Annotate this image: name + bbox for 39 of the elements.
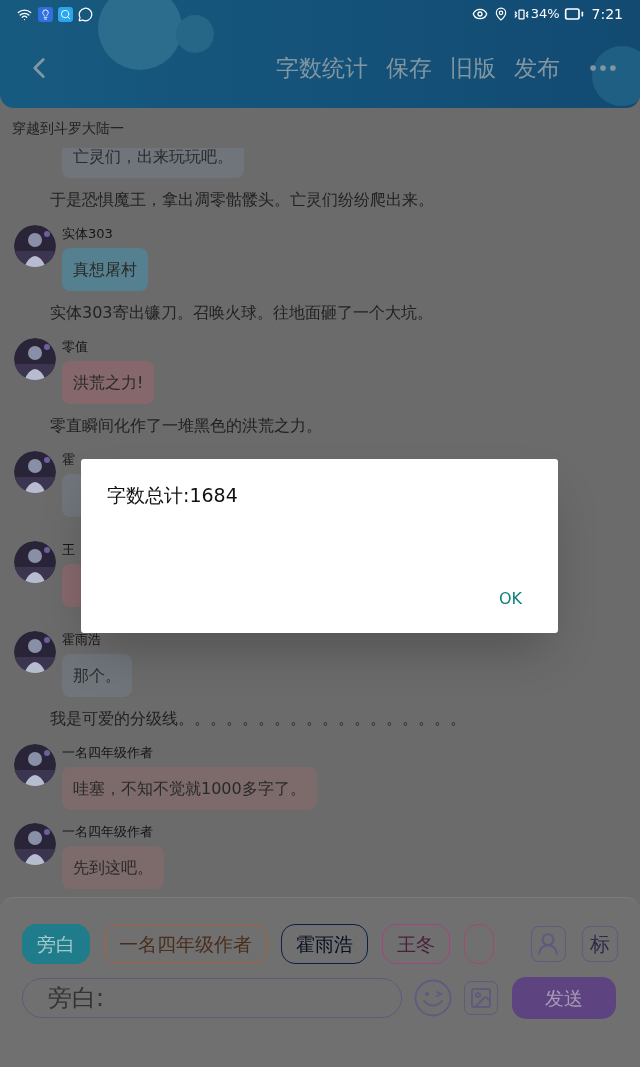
- character-chip[interactable]: 旁白: [22, 924, 90, 964]
- character-chip[interactable]: 王冬: [382, 924, 450, 964]
- speaker-name: 霍: [62, 451, 75, 469]
- character-chip[interactable]: 霍雨浩: [281, 924, 368, 964]
- message-input[interactable]: 旁白:: [22, 978, 402, 1018]
- speaker-name: 实体303: [62, 225, 113, 243]
- message-bubble: 真想屠村: [62, 248, 148, 291]
- narration-text: 实体303寄出镰刀。召唤火球。往地面砸了一个大坑。: [50, 302, 433, 324]
- send-button[interactable]: 发送: [512, 977, 616, 1019]
- speaker-name: 王: [62, 541, 75, 559]
- character-chip[interactable]: [464, 924, 494, 964]
- character-chip[interactable]: 一名四年级作者: [104, 924, 267, 964]
- lightbulb-icon: [38, 6, 53, 22]
- narration-text: 于是恐惧魔王，拿出凋零骷髅头。亡灵们纷纷爬出来。: [50, 189, 434, 211]
- toolbar-action[interactable]: 发布: [514, 56, 560, 80]
- wifi-icon: [17, 6, 32, 22]
- speaker-name: 零值: [62, 338, 88, 356]
- toolbar-action[interactable]: 字数统计: [276, 56, 368, 80]
- vibrate-icon: [513, 6, 529, 22]
- message-bubble: 哇塞，不知不觉就1000多字了。: [62, 767, 317, 810]
- search-icon: [58, 6, 73, 22]
- location-icon: [493, 7, 508, 21]
- narration-text: 零直瞬间化作了一堆黑色的洪荒之力。: [50, 415, 322, 437]
- message-bubble: 那个。: [62, 654, 132, 697]
- message-bubble: 洪荒之力!: [62, 361, 155, 404]
- story-title: 穿越到斗罗大陆一: [12, 118, 124, 138]
- clock: 7:21: [591, 4, 623, 24]
- eye-icon: [471, 6, 488, 22]
- narration-text: 我是可爱的分级线。。。。。。。。。。。。。。。。。。: [50, 708, 466, 730]
- chat-icon: [78, 6, 93, 22]
- tag-button[interactable]: 标: [582, 926, 618, 962]
- toolbar-action[interactable]: 保存: [386, 56, 432, 80]
- battery-percent: 34%: [530, 5, 560, 24]
- ok-button[interactable]: OK: [488, 583, 532, 615]
- toolbar-action[interactable]: 旧版: [450, 56, 496, 80]
- dialog-message: 字数总计:1684: [107, 483, 239, 508]
- message-bubble: 亡灵们，出来玩玩吧。: [62, 148, 244, 178]
- message-bubble: 先到这吧。: [62, 846, 164, 889]
- speaker-name: 霍雨浩: [62, 631, 101, 649]
